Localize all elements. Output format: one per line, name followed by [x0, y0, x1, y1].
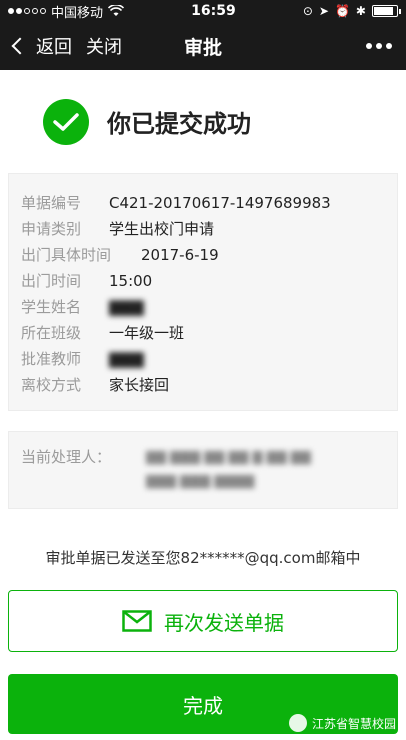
detail-value: 一年级一班 — [109, 324, 185, 342]
wifi-icon — [108, 5, 125, 16]
detail-label: 出门具体时间 — [21, 246, 112, 264]
status-time: 16:59 — [191, 3, 236, 19]
detail-label: 申请类别 — [21, 220, 82, 238]
detail-row: 申请类别 学生出校门申请 — [21, 216, 385, 242]
signal-icon — [8, 8, 46, 14]
more-dot-icon — [376, 43, 382, 49]
detail-value: 2017-6-19 — [141, 246, 219, 264]
lock-rotation-icon: ⊙ — [302, 4, 313, 18]
carrier-label: 中国移动 — [51, 5, 104, 21]
detail-label: 学生姓名 — [21, 298, 82, 316]
more-dot-icon — [366, 43, 372, 49]
detail-row: 所在班级 一年级一班 — [21, 320, 385, 346]
success-check-icon — [43, 98, 89, 145]
detail-label: 批准教师 — [21, 350, 82, 368]
resend-document-button[interactable]: 再次发送单据 — [8, 590, 398, 652]
teacher-name-redacted: ▇▇▇ — [109, 350, 144, 368]
detail-label: 离校方式 — [21, 376, 82, 394]
alarm-icon: ⏰ — [334, 4, 350, 18]
close-button[interactable]: 关闭 — [86, 33, 122, 59]
success-header: 你已提交成功 — [0, 70, 406, 173]
detail-row: 离校方式 家长接回 — [21, 372, 385, 398]
detail-row: 单据编号 C421-20170617-1497689983 — [21, 190, 385, 216]
location-icon: ➤ — [318, 4, 329, 18]
handler-card: 当前处理人： ▇▇ ▇▇▇ ▇▇ ▇▇ ▇ ▇▇ ▇▇ ▇▇▇ ▇▇▇ ▇▇▇▇ — [8, 431, 398, 509]
handler-label: 当前处理人： — [21, 448, 112, 466]
nav-left: 返回 关闭 — [10, 33, 122, 59]
bluetooth-icon: ✱ — [355, 4, 366, 18]
detail-value: C421-20170617-1497689983 — [109, 194, 331, 212]
detail-value: 家长接回 — [109, 376, 170, 394]
detail-row: 出门时间 15:00 — [21, 268, 385, 294]
wechat-logo-icon — [288, 714, 307, 732]
mail-icon — [122, 610, 152, 632]
status-right: ⊙ ➤ ⏰ ✱ — [302, 4, 401, 18]
detail-value: 学生出校门申请 — [109, 220, 215, 238]
detail-row: 批准教师 ▇▇▇ — [21, 346, 385, 372]
detail-label: 单据编号 — [21, 194, 82, 212]
success-message: 你已提交成功 — [107, 110, 251, 138]
detail-value: 15:00 — [109, 272, 153, 290]
done-label: 完成 — [183, 693, 223, 718]
email-sent-note: 审批单据已发送至您82******@qq.com邮箱中 — [45, 549, 361, 567]
watermark-label: 江苏省智慧校园 — [311, 716, 396, 731]
status-bar: 中国移动 16:59 ⊙ ➤ ⏰ ✱ — [0, 0, 406, 22]
back-icon[interactable] — [11, 37, 29, 55]
details-card: 单据编号 C421-20170617-1497689983 申请类别 学生出校门… — [8, 173, 398, 411]
more-menu-button[interactable] — [362, 39, 396, 53]
resend-label: 再次发送单据 — [164, 610, 284, 635]
student-name-redacted: ▇▇▇ — [109, 298, 144, 316]
status-left: 中国移动 — [8, 2, 125, 21]
battery-icon — [371, 5, 401, 17]
nav-bar: 返回 关闭 审批 — [0, 22, 406, 70]
handler-value-redacted: ▇▇ ▇▇▇ ▇▇ ▇▇ ▇ ▇▇ ▇▇ ▇▇▇ ▇▇▇ ▇▇▇▇ — [146, 450, 311, 489]
watermark: 江苏省智慧校园 — [288, 714, 396, 732]
detail-row: 出门具体时间 2017-6-19 — [21, 242, 385, 268]
detail-label: 所在班级 — [21, 324, 82, 342]
back-button[interactable]: 返回 — [36, 33, 72, 59]
detail-label: 出门时间 — [21, 272, 82, 290]
detail-row: 学生姓名 ▇▇▇ — [21, 294, 385, 320]
more-dot-icon — [386, 43, 392, 49]
